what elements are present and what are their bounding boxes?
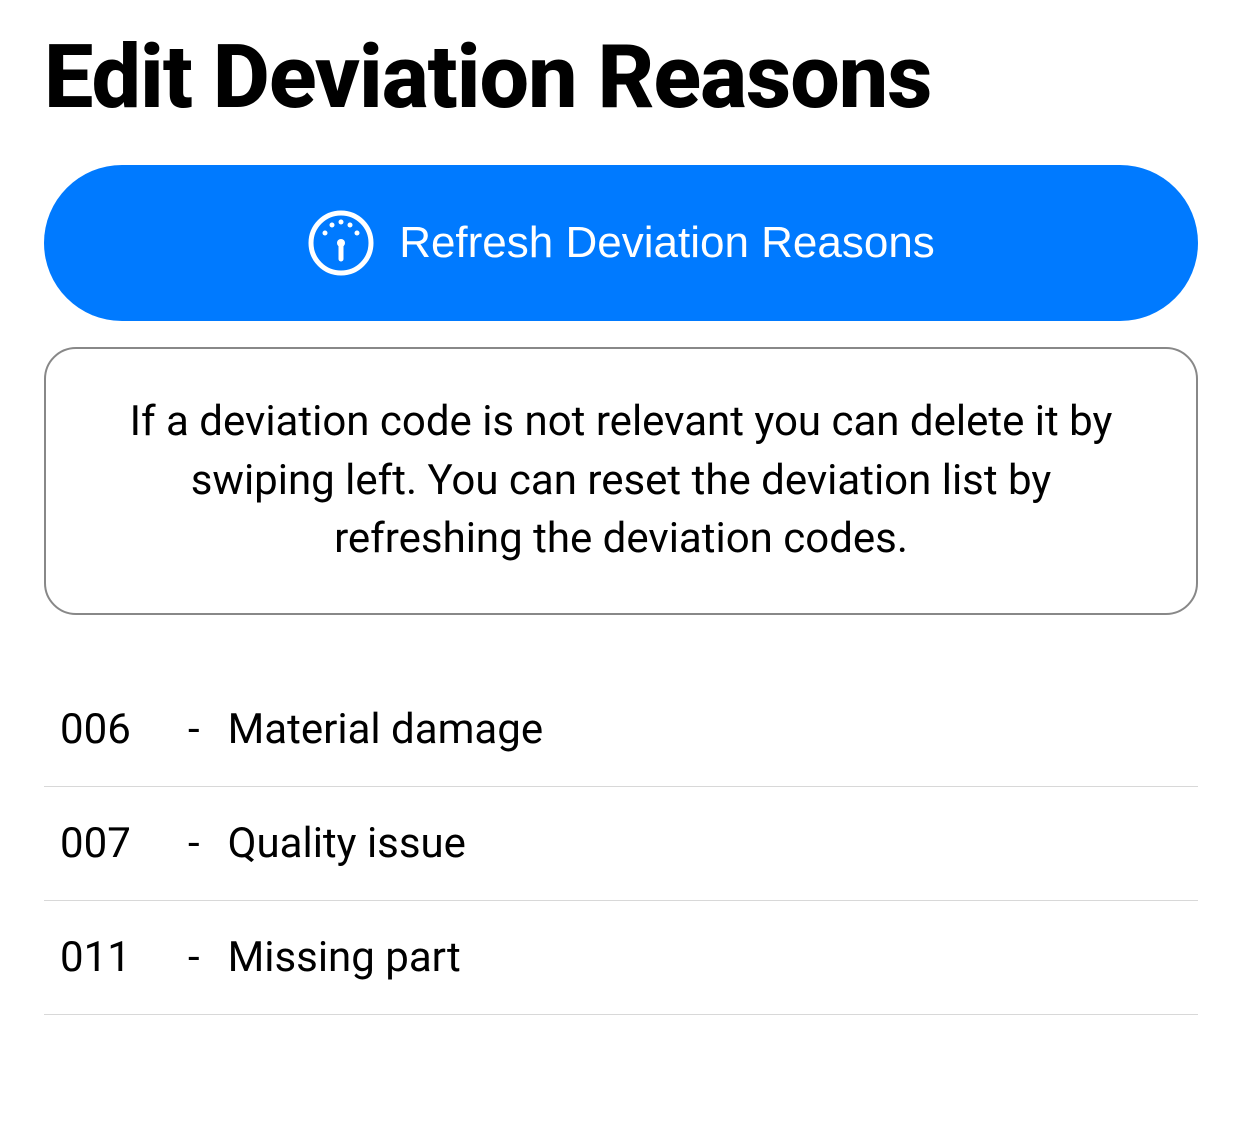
list-item-separator: -	[160, 933, 228, 982]
refresh-button-label: Refresh Deviation Reasons	[399, 218, 935, 268]
list-item-code: 006	[60, 705, 160, 754]
list-item-separator: -	[160, 705, 228, 754]
list-item-code: 011	[60, 933, 160, 982]
list-item[interactable]: 006-Material damage	[44, 673, 1198, 787]
deviation-list: 006-Material damage007-Quality issue011-…	[44, 673, 1198, 1015]
refresh-button[interactable]: Refresh Deviation Reasons	[44, 165, 1198, 321]
list-item-label: Missing part	[228, 933, 1182, 982]
list-item-code: 007	[60, 819, 160, 868]
info-box: If a deviation code is not relevant you …	[44, 347, 1198, 615]
list-item-separator: -	[160, 819, 228, 868]
list-item[interactable]: 007-Quality issue	[44, 787, 1198, 901]
info-text: If a deviation code is not relevant you …	[130, 397, 1113, 564]
page-title: Edit Deviation Reasons	[44, 30, 1198, 127]
list-item-label: Material damage	[228, 705, 1182, 754]
list-item-label: Quality issue	[228, 819, 1182, 868]
list-item[interactable]: 011-Missing part	[44, 901, 1198, 1015]
gauge-icon	[307, 209, 375, 277]
